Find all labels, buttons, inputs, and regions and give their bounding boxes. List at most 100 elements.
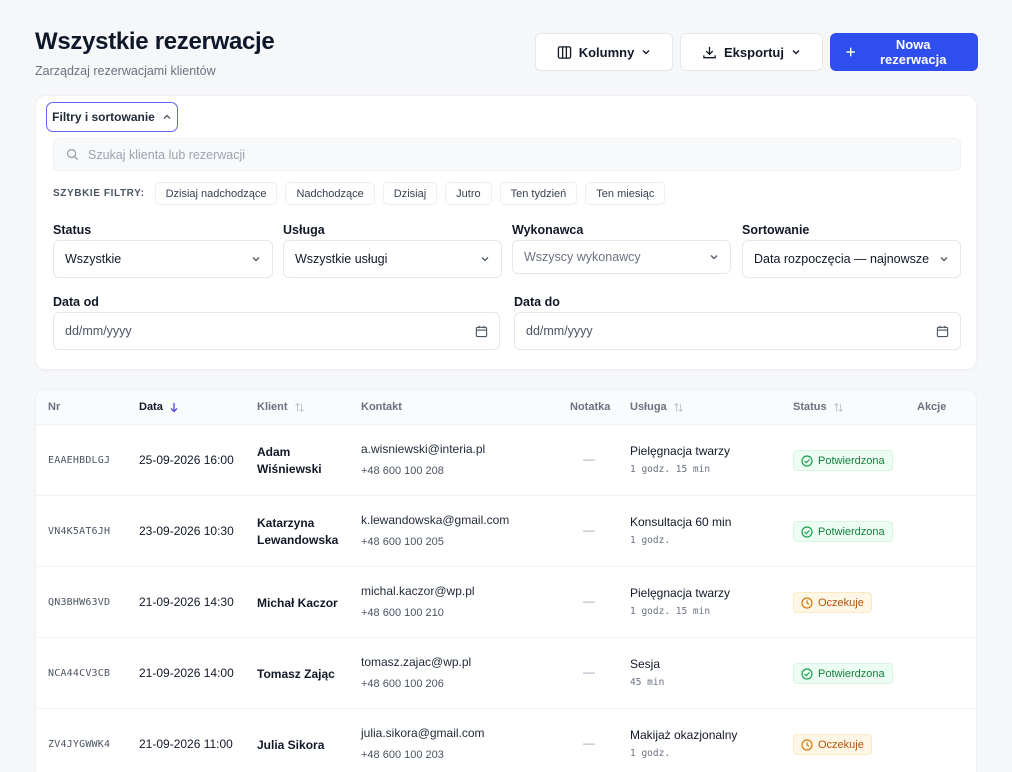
sort-desc-icon bbox=[170, 402, 178, 412]
status-filter-label: Status bbox=[53, 223, 92, 237]
sort-icon bbox=[833, 402, 843, 412]
check-circle-icon bbox=[801, 454, 813, 467]
quick-filter-this-week[interactable]: Ten tydzień bbox=[499, 182, 578, 205]
status-cell: Potwierdzona bbox=[793, 663, 893, 684]
service-duration: 1 godz. bbox=[630, 748, 671, 759]
client-email[interactable]: julia.sikora@gmail.com bbox=[361, 726, 485, 740]
reservation-number: ZV4JYGWWK4 bbox=[48, 739, 111, 750]
chevron-down-icon bbox=[642, 50, 650, 55]
page-title: Wszystkie rezerwacje bbox=[35, 28, 275, 55]
sort-select[interactable]: Data rozpoczęcia — najnowsze bbox=[742, 240, 961, 278]
service-duration: 1 godz. 15 min bbox=[630, 464, 711, 475]
status-badge-label: Potwierdzona bbox=[818, 667, 885, 680]
page-header: Wszystkie rezerwacje Zarządzaj rezerwacj… bbox=[35, 28, 275, 78]
search-icon bbox=[66, 148, 79, 161]
quick-filter-upcoming[interactable]: Nadchodzące bbox=[285, 182, 375, 205]
quick-filter-tomorrow[interactable]: Jutro bbox=[445, 182, 492, 205]
status-select[interactable]: Wszystkie bbox=[53, 240, 273, 278]
service-duration: 1 godz. bbox=[630, 535, 671, 546]
status-cell: Potwierdzona bbox=[793, 450, 893, 471]
filters-toggle-label: Filtry i sortowanie bbox=[52, 110, 155, 124]
column-header-client[interactable]: Klient bbox=[257, 401, 305, 413]
table-row[interactable]: QN3BHW63VD 21-09-2026 14:30 Michał Kaczor m… bbox=[36, 566, 976, 637]
note-value: — bbox=[583, 736, 595, 750]
service-name: Pielęgnacja twarzy bbox=[630, 586, 731, 600]
search-input[interactable] bbox=[88, 147, 888, 162]
chevron-down-icon bbox=[940, 257, 948, 262]
contact-cell: tomasz.zajac@wp.pl +48 600 100 206 bbox=[361, 655, 471, 690]
column-header-actions: Akcje bbox=[917, 401, 947, 413]
quick-filter-this-month[interactable]: Ten miesiąc bbox=[585, 182, 666, 205]
status-cell: Oczekuje bbox=[793, 734, 872, 755]
status-badge: Potwierdzona bbox=[793, 450, 893, 471]
table-row[interactable]: ZV4JYGWWK4 21-09-2026 11:00 Julia Sikora ju… bbox=[36, 708, 976, 772]
column-header-nr: Nr bbox=[48, 401, 61, 413]
date-from-label: Data od bbox=[53, 295, 99, 309]
note-value: — bbox=[583, 665, 595, 679]
quick-filter-today[interactable]: Dzisiaj bbox=[382, 182, 438, 205]
new-reservation-button[interactable]: Nowa rezerwacja bbox=[830, 33, 978, 71]
calendar-icon[interactable] bbox=[936, 325, 949, 338]
contact-cell: julia.sikora@gmail.com +48 600 100 203 bbox=[361, 726, 485, 761]
reservation-date: 25-09-2026 16:00 bbox=[139, 453, 234, 467]
service-select-value: Wszystkie usługi bbox=[295, 252, 388, 266]
reservation-number: VN4K5AT6JH bbox=[48, 526, 111, 537]
service-select[interactable]: Wszystkie usługi bbox=[283, 240, 502, 278]
quick-filter-today-upcoming[interactable]: Dzisiaj nadchodzące bbox=[154, 182, 278, 205]
client-email[interactable]: k.lewandowska@gmail.com bbox=[361, 513, 509, 527]
service-cell: Pielęgnacja twarzy 1 godz. 15 min bbox=[630, 586, 730, 617]
client-phone[interactable]: +48 600 100 205 bbox=[361, 536, 509, 548]
table-row[interactable]: NCA44CV3CB 21-09-2026 14:00 Tomasz Zając to… bbox=[36, 637, 976, 708]
date-to-label: Data do bbox=[514, 295, 560, 309]
reservation-number: QN3BHW63VD bbox=[48, 597, 111, 608]
client-email[interactable]: a.wisniewski@interia.pl bbox=[361, 442, 485, 456]
performer-select[interactable]: Wszyscy wykonawcy bbox=[512, 240, 731, 274]
service-name: Pielęgnacja twarzy bbox=[630, 444, 731, 458]
table-row[interactable]: EAAEHBDLGJ 25-09-2026 16:00 Adam Wiśniewsk… bbox=[36, 424, 976, 495]
client-phone[interactable]: +48 600 100 210 bbox=[361, 607, 475, 619]
clock-icon bbox=[801, 596, 813, 609]
client-phone[interactable]: +48 600 100 206 bbox=[361, 678, 471, 690]
quick-filters: SZYBKIE FILTRY: Dzisiaj nadchodzące Nadc… bbox=[53, 182, 666, 205]
columns-button[interactable]: Kolumny bbox=[535, 33, 673, 71]
client-name: Michał Kaczor bbox=[257, 596, 338, 610]
quick-filters-label: SZYBKIE FILTRY: bbox=[53, 188, 145, 199]
service-cell: Pielęgnacja twarzy 1 godz. 15 min bbox=[630, 444, 730, 475]
status-cell: Potwierdzona bbox=[793, 521, 893, 542]
toolbar: Kolumny Eksportuj Nowa rezerwacja bbox=[535, 33, 978, 71]
sort-label: Sortowanie bbox=[742, 223, 810, 237]
table-row[interactable]: VN4K5AT6JH 23-09-2026 10:30 Katarzyna Lewa… bbox=[36, 495, 976, 566]
performer-select-value: Wszyscy wykonawcy bbox=[524, 250, 641, 264]
reservations-table: Nr Data Klient Kontakt Notatka Usługa St… bbox=[35, 389, 977, 772]
client-phone[interactable]: +48 600 100 203 bbox=[361, 749, 485, 761]
status-badge-label: Potwierdzona bbox=[818, 525, 885, 538]
reservation-number: EAAEHBDLGJ bbox=[48, 455, 111, 466]
plus-icon bbox=[846, 47, 855, 57]
client-email[interactable]: tomasz.zajac@wp.pl bbox=[361, 655, 471, 669]
client-email[interactable]: michal.kaczor@wp.pl bbox=[361, 584, 475, 598]
note-value: — bbox=[583, 523, 595, 537]
column-header-date[interactable]: Data bbox=[139, 401, 179, 413]
status-badge: Oczekuje bbox=[793, 592, 872, 613]
columns-icon bbox=[557, 45, 571, 59]
date-from-input[interactable]: dd/mm/yyyy bbox=[53, 312, 500, 350]
column-header-service[interactable]: Usługa bbox=[630, 401, 684, 413]
date-to-input[interactable]: dd/mm/yyyy bbox=[514, 312, 961, 350]
status-badge-label: Oczekuje bbox=[818, 738, 864, 751]
reservation-date: 21-09-2026 11:00 bbox=[139, 737, 233, 751]
filters-toggle-button[interactable]: Filtry i sortowanie bbox=[46, 102, 178, 132]
check-circle-icon bbox=[801, 525, 813, 538]
column-header-status[interactable]: Status bbox=[793, 401, 844, 413]
chevron-up-icon bbox=[163, 114, 171, 119]
service-cell: Makijaż okazjonalny 1 godz. bbox=[630, 728, 737, 759]
chevron-down-icon bbox=[481, 257, 489, 262]
date-from-placeholder: dd/mm/yyyy bbox=[65, 324, 132, 338]
performer-filter-label: Wykonawca bbox=[512, 223, 584, 237]
reservation-date: 21-09-2026 14:00 bbox=[139, 666, 234, 680]
export-button[interactable]: Eksportuj bbox=[680, 33, 823, 71]
contact-cell: k.lewandowska@gmail.com +48 600 100 205 bbox=[361, 513, 509, 548]
status-badge: Potwierdzona bbox=[793, 663, 893, 684]
column-header-contact: Kontakt bbox=[361, 401, 402, 413]
calendar-icon[interactable] bbox=[475, 325, 488, 338]
client-phone[interactable]: +48 600 100 208 bbox=[361, 465, 485, 477]
